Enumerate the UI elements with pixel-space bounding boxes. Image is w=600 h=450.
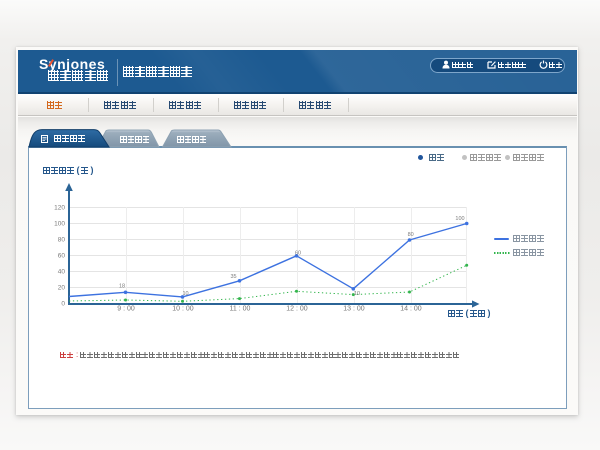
svg-text:120: 120 [54,205,65,212]
svg-text:40: 40 [58,269,66,276]
svg-text:20: 20 [58,285,66,292]
svg-text:18: 18 [119,284,125,290]
svg-text:100: 100 [54,221,65,228]
svg-text:10: 10 [354,291,360,297]
svg-text:12 : 00: 12 : 00 [286,306,308,313]
svg-text:35: 35 [230,274,236,280]
svg-text:10: 10 [182,291,188,297]
svg-text:14 : 00: 14 : 00 [400,306,422,313]
svg-text:100: 100 [455,216,464,222]
svg-text:80: 80 [58,237,66,244]
svg-text:80: 80 [408,232,414,238]
svg-text:60: 60 [58,253,66,260]
svg-text:13 : 00: 13 : 00 [343,306,365,313]
svg-text:60: 60 [295,251,301,257]
svg-text:10 : 00: 10 : 00 [172,306,194,313]
svg-text:0: 0 [61,301,65,308]
svg-text:11 : 00: 11 : 00 [230,306,251,313]
svg-text:9 : 00: 9 : 00 [117,306,135,313]
